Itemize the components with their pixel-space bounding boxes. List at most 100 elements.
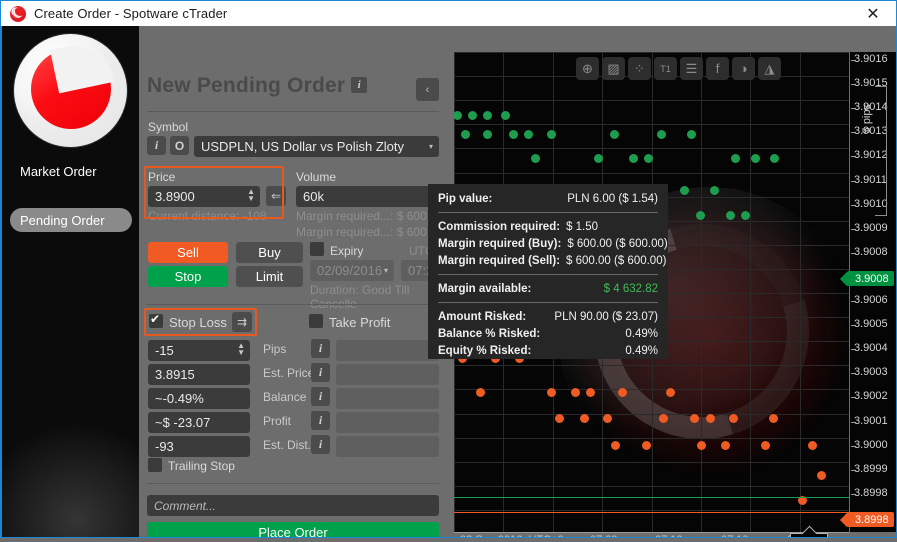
chart-data-point — [697, 440, 707, 450]
chart-x-axis[interactable]: 02 Sep 2016, UTC+007:0907:1007:1007:10 1 — [454, 532, 896, 537]
trailing-stop-label: Trailing Stop — [168, 459, 235, 473]
chart-settings-icon[interactable]: ▨ — [602, 57, 625, 80]
tooltip-separator — [438, 212, 658, 213]
gridline-horizontal — [454, 389, 849, 391]
pips-bracket-label: 5 pips — [861, 104, 873, 134]
divider-bottom — [147, 483, 439, 484]
chart-data-point — [750, 154, 760, 164]
sl-profit-value: ~$ -23.07 — [155, 415, 211, 430]
sl-est-dist-info-icon[interactable]: i — [311, 435, 330, 454]
close-icon[interactable]: ✕ — [850, 1, 896, 25]
chart-data-point — [523, 130, 533, 140]
sl-balance-label: Balance — [263, 390, 307, 404]
chart-data-point — [808, 440, 818, 450]
zoom-in-icon[interactable]: ⊕ — [576, 57, 599, 80]
window-title-bar: Create Order - Spotware cTrader ✕ — [0, 0, 897, 26]
chart-data-point — [468, 110, 478, 120]
tooltip-row: Equity % Risked: 0.49% — [438, 343, 658, 359]
expiry-label: Expiry — [330, 244, 364, 258]
stop-button[interactable]: Stop — [148, 266, 228, 287]
tooltip-row: Amount Risked: PLN 90.00 ($ 23.07) — [438, 309, 658, 325]
take-profit-checkbox[interactable] — [309, 314, 323, 328]
sl-balance-info-icon[interactable]: i — [311, 387, 330, 406]
checklist-icon[interactable]: ☰ — [680, 57, 703, 80]
symbol-info-icon[interactable]: i — [147, 136, 166, 155]
chart-data-point — [571, 387, 581, 397]
title-info-icon[interactable]: i — [351, 77, 368, 93]
collapse-panel-button[interactable]: ‹ — [416, 78, 439, 101]
sidebar-item-label: Market Order — [20, 163, 97, 179]
tp-est-price-input[interactable] — [336, 364, 439, 385]
sl-est-dist-value: -93 — [155, 439, 174, 454]
chart-data-point — [642, 440, 652, 450]
sl-balance-value: ~-0.49% — [155, 391, 204, 406]
price-input[interactable]: 3.8900 ▲ ▼ — [148, 186, 260, 207]
x-axis-tick: 07:09 — [590, 534, 618, 537]
sl-profit-input[interactable]: ~$ -23.07 — [148, 412, 250, 433]
tp-est-dist-input[interactable] — [336, 436, 439, 457]
chart-data-point — [666, 387, 676, 397]
moon-icon[interactable]: ◑ — [732, 57, 755, 80]
sl-est-price-input[interactable]: 3.8915 — [148, 364, 250, 385]
y-axis-tick: 3.9006 — [851, 294, 888, 306]
tooltip-row-value: $ 1.50 — [566, 221, 599, 233]
y-axis-tick: 3.9005 — [851, 318, 888, 331]
tooltip-row-value: PLN 90.00 ($ 23.07) — [554, 311, 658, 323]
chart-level-line — [454, 512, 849, 513]
tooltip-row: Balance % Risked: 0.49% — [438, 326, 658, 342]
chart-data-point — [554, 414, 564, 424]
sl-pips-stepper[interactable]: ▲ ▼ — [237, 342, 245, 357]
trailing-stop-checkbox[interactable] — [148, 458, 162, 472]
volume-select[interactable]: 60k ▾ — [296, 186, 439, 207]
tooltip-row: Commission required: $ 1.50 — [438, 219, 658, 235]
comment-input[interactable]: Comment... — [147, 495, 439, 516]
facebook-icon[interactable]: f — [706, 57, 729, 80]
sl-pips-input[interactable]: -15 ▲ ▼ — [148, 340, 250, 361]
chart-toolbar[interactable]: ⊕ ▨ ⁘ T1 ☰ f ◑ ◮ — [576, 57, 781, 80]
alert-icon[interactable]: ◮ — [758, 57, 781, 80]
price-value: 3.8900 — [155, 189, 195, 204]
place-order-button[interactable]: Place Order — [147, 522, 439, 537]
sl-balance-input[interactable]: ~-0.49% — [148, 388, 250, 409]
chart-y-axis[interactable]: 3.9016 3.9015 3.9014 3.9013 3.9012 3.9011 3.90… — [850, 52, 896, 532]
gridline-horizontal — [454, 413, 849, 415]
tp-pips-input[interactable] — [336, 340, 439, 361]
y-axis-tick: 3.9004 — [851, 342, 888, 355]
tp-profit-input[interactable] — [336, 412, 439, 433]
sell-button[interactable]: Sell — [148, 242, 228, 263]
sl-profit-info-icon[interactable]: i — [311, 411, 330, 430]
symbol-chart-icon[interactable]: O — [170, 136, 189, 155]
sl-est-dist-input[interactable]: -93 — [148, 436, 250, 457]
symbol-select[interactable]: USDPLN, US Dollar vs Polish Zloty ▾ — [194, 136, 439, 157]
sidebar-item-pending-order[interactable]: Pending Order — [10, 208, 132, 232]
chart-data-point — [508, 130, 518, 140]
tooltip-row-key: Margin required (Buy): — [438, 238, 562, 250]
price-label: Price — [148, 170, 176, 184]
chart-data-point — [730, 154, 740, 164]
sl-pips-label: Pips — [263, 342, 287, 356]
stop-loss-swap-icon[interactable]: ⇉ — [232, 312, 252, 332]
sl-pips-info-icon[interactable]: i — [311, 339, 330, 358]
stop-loss-checkbox[interactable] — [149, 312, 163, 328]
text-label-icon[interactable]: T1 — [654, 57, 677, 80]
expiry-date-input[interactable]: 02/09/2016 ▾ — [310, 260, 394, 281]
price-swap-icon[interactable]: ⇐ — [266, 186, 286, 206]
expiry-checkbox[interactable] — [310, 242, 324, 256]
expiry-date-value: 02/09/2016 — [317, 263, 383, 278]
chart-data-point — [618, 387, 628, 397]
tp-balance-input[interactable] — [336, 388, 439, 409]
stop-loss-label: Stop Loss — [169, 315, 227, 330]
sl-est-price-info-icon[interactable]: i — [311, 363, 330, 382]
price-stepper[interactable]: ▲ ▼ — [247, 188, 255, 203]
scatter-dots-icon[interactable]: ⁘ — [628, 57, 651, 80]
buy-button[interactable]: Buy — [236, 242, 303, 263]
chart-data-point — [610, 440, 620, 450]
tooltip-row: Margin required (Sell): $ 600.00 ($ 600.0… — [438, 253, 666, 269]
sidebar-item-market-order[interactable]: Market Order — [10, 159, 132, 183]
chart-data-point — [726, 210, 735, 220]
tooltip-row-value: 0.49% — [625, 345, 658, 357]
tooltip-row-key: Commission required: — [438, 221, 561, 233]
limit-button[interactable]: Limit — [236, 266, 303, 287]
chart-data-point — [656, 130, 666, 140]
y-axis-tick: 3.8998 — [851, 486, 888, 499]
